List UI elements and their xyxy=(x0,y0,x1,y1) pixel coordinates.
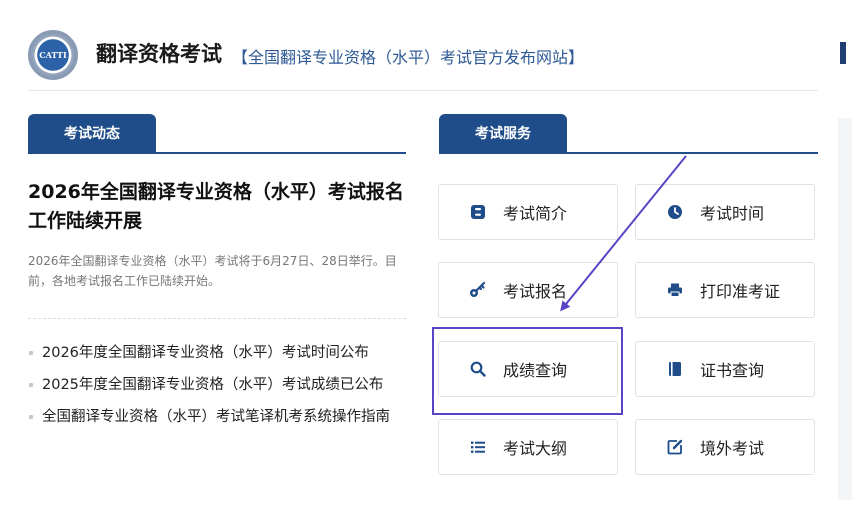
tab-exam-news[interactable]: 考试动态 xyxy=(28,114,156,152)
news-item-label: 2025年度全国翻译专业资格（水平）考试成绩已公布 xyxy=(42,377,384,393)
printer-icon xyxy=(666,281,684,299)
exam-syllabus-button[interactable]: 考试大纲 xyxy=(438,419,618,475)
service-label: 考试报名 xyxy=(503,282,568,301)
service-label: 考试时间 xyxy=(700,204,765,223)
service-label: 考试简介 xyxy=(503,204,568,223)
site-header: CATTI 翻译资格考试 【全国翻译专业资格（水平）考试官方发布网站】 xyxy=(0,0,852,92)
clock-icon xyxy=(666,203,684,221)
edit-icon xyxy=(666,438,684,456)
exam-intro-button[interactable]: 考试简介 xyxy=(438,184,618,240)
news-list-item[interactable]: 2025年度全国翻译专业资格（水平）考试成绩已公布 xyxy=(28,375,406,395)
catti-logo[interactable]: CATTI xyxy=(28,30,78,80)
exam-schedule-button[interactable]: 考试时间 xyxy=(635,184,815,240)
right-side-panel xyxy=(838,118,852,500)
services-tab-underline xyxy=(439,152,818,154)
news-summary: 2026年全国翻译专业资格（水平）考试将于6月27日、28日举行。目前，各地考试… xyxy=(28,254,397,288)
news-item-label: 2026年度全国翻译专业资格（水平）考试时间公布 xyxy=(42,345,369,361)
service-label: 打印准考证 xyxy=(700,282,781,301)
header-divider xyxy=(28,90,818,91)
key-icon xyxy=(469,281,487,299)
header-accent-bar xyxy=(840,42,846,64)
news-list: 2026年度全国翻译专业资格（水平）考试时间公布 2025年度全国翻译专业资格（… xyxy=(28,343,406,439)
logo-text: CATTI xyxy=(39,50,67,60)
news-tab-underline xyxy=(28,152,406,154)
list-icon xyxy=(469,438,487,456)
overseas-exam-button[interactable]: 境外考试 xyxy=(635,419,815,475)
bold-b-icon xyxy=(469,203,487,221)
service-label: 境外考试 xyxy=(700,439,765,458)
tab-exam-services[interactable]: 考试服务 xyxy=(439,114,567,152)
news-item-label: 全国翻译专业资格（水平）考试笔译机考系统操作指南 xyxy=(42,409,390,425)
news-headline[interactable]: 2026年全国翻译专业资格（水平）考试报名工作陆续开展 xyxy=(28,178,408,236)
service-label: 证书查询 xyxy=(700,361,765,380)
news-list-item[interactable]: 2026年度全国翻译专业资格（水平）考试时间公布 xyxy=(28,343,406,363)
certificate-inquiry-button[interactable]: 证书查询 xyxy=(635,341,815,397)
bullet-icon xyxy=(29,351,33,355)
service-label: 考试大纲 xyxy=(503,439,568,458)
print-admission-ticket-button[interactable]: 打印准考证 xyxy=(635,262,815,318)
news-list-item[interactable]: 全国翻译专业资格（水平）考试笔译机考系统操作指南 xyxy=(28,407,406,427)
book-icon xyxy=(666,360,684,378)
exam-registration-button[interactable]: 考试报名 xyxy=(438,262,618,318)
bullet-icon xyxy=(29,383,33,387)
bullet-icon xyxy=(29,415,33,419)
news-divider xyxy=(28,318,406,319)
annotation-highlight-box xyxy=(432,327,623,415)
site-title[interactable]: 翻译资格考试 xyxy=(96,38,222,68)
site-subtitle: 【全国翻译专业资格（水平）考试官方发布网站】 xyxy=(232,48,585,67)
